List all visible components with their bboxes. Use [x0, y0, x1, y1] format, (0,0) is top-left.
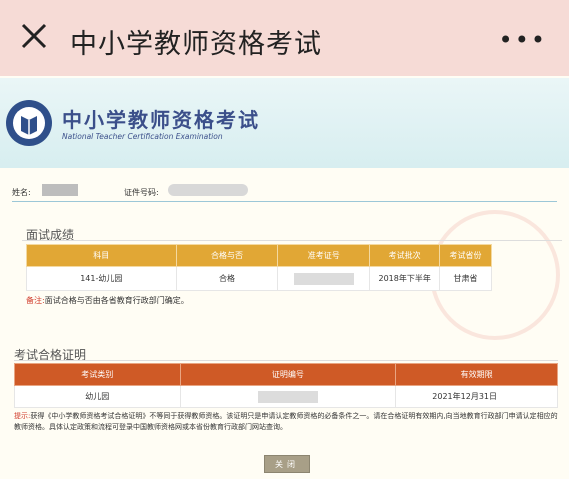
result-cell: 合格: [175, 266, 279, 291]
divider: [14, 360, 558, 361]
id-label: 证件号码:: [124, 188, 159, 197]
close-icon[interactable]: [18, 20, 50, 52]
site-banner: 中小学教师资格考试 National Teacher Certification…: [0, 78, 569, 168]
close-button[interactable]: 关闭: [264, 455, 310, 473]
certificate-number-cell: [179, 385, 397, 408]
note-text: 面试合格与否由各省教育行政部门确定。: [44, 296, 189, 305]
batch-cell: 2018年下半年: [369, 266, 441, 291]
note-label: 备注:: [26, 296, 45, 305]
identity-line: 姓名: 证件号码:: [12, 184, 557, 202]
table-header: 合格与否: [175, 244, 279, 267]
name-redacted: [42, 184, 78, 196]
more-icon[interactable]: •••: [499, 26, 547, 54]
divider: [22, 240, 562, 241]
valid-until-cell: 2021年12月31日: [395, 385, 558, 408]
admission-number-cell: [277, 266, 371, 291]
table-header: 科目: [26, 244, 177, 267]
redacted-value: [257, 390, 318, 403]
table-row: 幼儿园 2021年12月31日: [14, 385, 558, 408]
category-cell: 幼儿园: [14, 385, 181, 408]
redacted-value: [293, 272, 354, 285]
banner-title: 中小学教师资格考试: [62, 108, 260, 132]
table-header: 证明编号: [179, 363, 397, 386]
table-row: 141-幼儿园 合格 2018年下半年 甘肃省: [26, 266, 492, 291]
banner-subtitle: National Teacher Certification Examinati…: [62, 132, 223, 141]
interview-table: 科目 合格与否 准考证号 考试批次 考试省份 141-幼儿园 合格 2018年下…: [26, 244, 492, 291]
table-header: 考试批次: [369, 244, 441, 267]
app-title: 中小学教师资格考试: [70, 29, 322, 60]
id-redacted: [168, 184, 248, 196]
tip-text: 获得《中小学教师资格考试合格证明》不等同于获得教师资格。该证明只是申请认定教师资…: [14, 412, 558, 431]
table-header: 准考证号: [277, 244, 371, 267]
app-bar: 中小学教师资格考试 •••: [0, 0, 569, 76]
certificate-table: 考试类别 证明编号 有效期限 幼儿园 2021年12月31日: [14, 363, 558, 408]
certificate-tip: 提示:获得《中小学教师资格考试合格证明》不等同于获得教师资格。该证明只是申请认定…: [14, 411, 558, 433]
table-header: 考试省份: [439, 244, 492, 267]
table-header: 有效期限: [395, 363, 558, 386]
province-cell: 甘肃省: [439, 266, 492, 291]
table-header: 考试类别: [14, 363, 181, 386]
tip-label: 提示:: [14, 412, 31, 420]
name-label: 姓名:: [12, 188, 31, 197]
exam-logo-icon: [6, 100, 52, 146]
subject-cell: 141-幼儿园: [26, 266, 177, 291]
interview-note: 备注:面试合格与否由各省教育行政部门确定。: [26, 295, 189, 306]
